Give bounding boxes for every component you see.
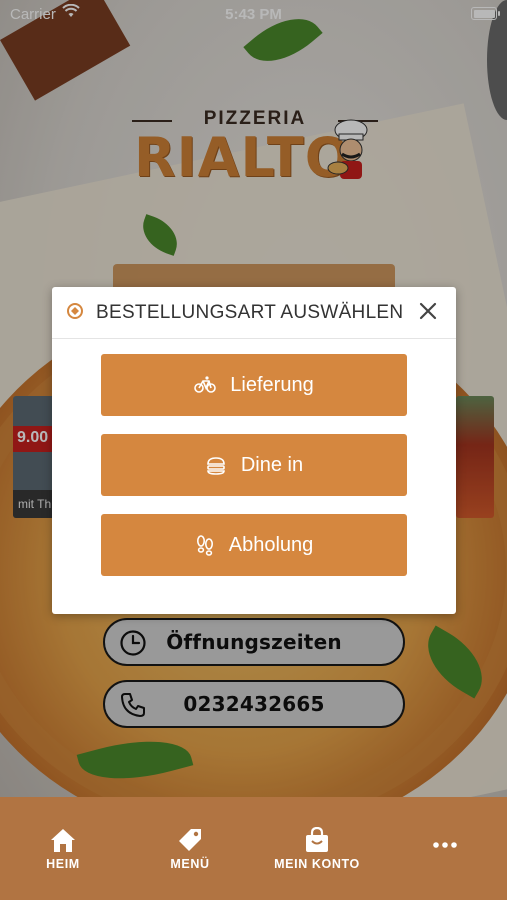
footsteps-icon (196, 535, 213, 556)
order-type-icon (67, 303, 83, 319)
tab-home-label: HEIM (46, 857, 80, 871)
delivery-option-button[interactable]: Lieferung (101, 354, 407, 416)
dine-in-option-button[interactable]: Dine in (101, 434, 407, 496)
tab-account[interactable]: MEIN KONTO (262, 827, 372, 871)
delivery-option-label: Lieferung (230, 373, 314, 396)
home-icon (51, 829, 75, 852)
close-icon[interactable] (414, 297, 442, 325)
tab-more[interactable] (390, 827, 500, 853)
tab-home[interactable]: HEIM (8, 827, 118, 871)
more-icon (433, 842, 457, 848)
pickup-option-label: Abholung (228, 533, 314, 556)
bicycle-icon (194, 376, 217, 393)
tag-icon (179, 829, 201, 851)
tab-account-label: MEIN KONTO (274, 857, 360, 871)
order-type-modal: BESTELLUNGSART AUSWÄHLEN Lieferung Dine … (52, 287, 456, 614)
tab-menu-label: MENÜ (170, 857, 210, 871)
bag-icon (306, 827, 328, 852)
pickup-option-button[interactable]: Abholung (101, 514, 407, 576)
modal-title: BESTELLUNGSART AUSWÄHLEN (96, 302, 404, 323)
tab-menu[interactable]: MENÜ (135, 827, 245, 871)
burger-icon (207, 457, 225, 475)
bottom-tab-bar: HEIM MENÜ MEIN KONTO (0, 797, 507, 900)
dine-in-option-label: Dine in (240, 453, 304, 476)
modal-header: BESTELLUNGSART AUSWÄHLEN (52, 287, 456, 339)
